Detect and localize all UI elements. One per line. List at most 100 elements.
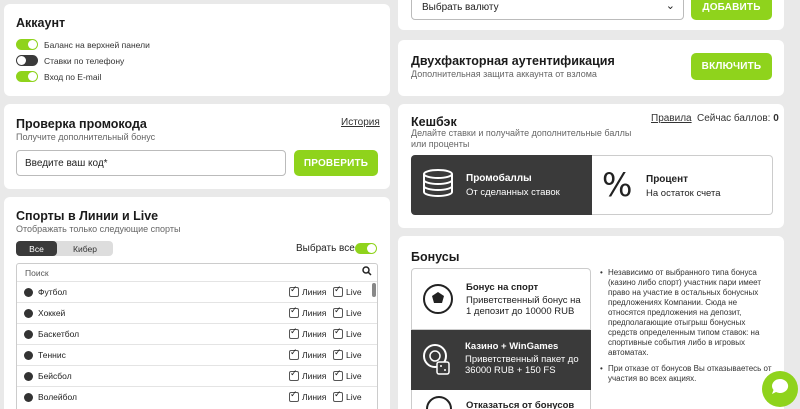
checkbox-check-icon [333,369,343,381]
checkbox-check-icon [333,390,343,402]
toggle-select-all[interactable] [355,243,377,254]
cashback-points-value: 0 [773,113,779,124]
sport-row: ХоккейЛинияLive [17,302,377,323]
cashback-option-desc: На остаток счета [646,188,721,199]
checkbox-check-icon [333,306,343,318]
sport-icon [24,371,33,381]
bonuses-card: Бонусы Бонус на спорт Приветственный бон… [398,236,784,409]
cashback-points: Сейчас баллов: 0 [697,113,779,124]
sports-list: Поиск ФутболЛинияLiveХоккейЛинияLiveБаск… [16,263,378,409]
account-card: Аккаунт Баланс на верхней панели Ставки … [4,4,390,96]
sports-scrollbar[interactable] [372,283,376,297]
bonus-option-title: Отказаться от бонусов [466,400,575,409]
checkbox-check-icon [289,306,299,318]
cashback-option-promopoints[interactable]: Промобаллы От сделанных ставок [411,155,592,215]
cashback-option-title: Промобаллы [466,173,532,184]
tab-cyber[interactable]: Кибер [57,241,113,256]
toggle-email-login[interactable] [16,71,38,82]
checkbox-check-icon [333,327,343,339]
twofa-card: Двухфакторная аутентификация Дополнитель… [398,40,784,96]
coins-icon [422,168,454,202]
bonus-option-title: Бонус на спорт [466,282,539,293]
sport-icon [24,329,33,339]
decline-icon [426,396,452,409]
bonus-option-title: Казино + WinGames [465,341,559,352]
sport-row: БейсболЛинияLive [17,365,377,386]
checkbox-check-icon [289,390,299,402]
checkbox-check-icon [333,348,343,360]
bonuses-notes: • Независимо от выбранного типа бонуса (к… [600,268,772,384]
live-checkbox[interactable]: Live [333,348,362,360]
soccer-ball-icon [422,283,454,318]
cashback-option-title: Процент [646,174,689,185]
sport-row: ТеннисЛинияLive [17,344,377,365]
cashback-option-percent[interactable]: % Процент На остаток счета [592,155,773,215]
live-label: Live [346,287,362,297]
sports-title: Спорты в Линии и Live [16,209,159,223]
sport-icon [24,392,33,402]
chat-button[interactable] [762,371,798,407]
live-checkbox[interactable]: Live [333,369,362,381]
search-icon [362,266,372,278]
line-label: Линия [302,329,327,339]
chevron-down-icon: ⌄ [665,0,675,12]
bonus-option-casino[interactable]: Казино + WinGames Приветственный пакет д… [411,330,591,390]
line-checkbox[interactable]: Линия [289,306,327,318]
bonus-option-sport[interactable]: Бонус на спорт Приветственный бонус на 1… [411,268,591,330]
sports-subtitle: Отображать только следующие спорты [16,224,181,234]
line-checkbox[interactable]: Линия [289,348,327,360]
live-checkbox[interactable]: Live [333,285,362,297]
live-checkbox[interactable]: Live [333,306,362,318]
add-currency-button[interactable]: ДОБАВИТЬ [691,0,772,20]
sport-icon [24,308,33,318]
checkbox-check-icon [289,285,299,297]
account-title: Аккаунт [16,16,66,30]
live-label: Live [346,329,362,339]
bonus-option-decline[interactable]: Отказаться от бонусов [411,390,591,409]
cashback-card: Кешбэк Делайте ставки и получайте дополн… [398,104,784,228]
line-checkbox[interactable]: Линия [289,285,326,297]
live-checkbox[interactable]: Live [333,327,362,339]
tab-all[interactable]: Все [16,241,57,256]
line-label: Линия [302,350,327,360]
percent-icon: % [602,166,633,204]
cashback-rules-link[interactable]: Правила [651,113,692,124]
casino-chip-icon [421,342,453,381]
select-all-label: Выбрать все [296,243,355,254]
cashback-option-desc: От сделанных ставок [466,187,560,198]
cashback-points-label: Сейчас баллов: [697,113,771,124]
toggle-balance-top-panel[interactable] [16,39,38,50]
enable-twofa-button[interactable]: ВКЛЮЧИТЬ [691,53,772,80]
live-label: Live [346,308,362,318]
promo-history-link[interactable]: История [341,117,380,128]
line-checkbox[interactable]: Линия [289,327,327,339]
currency-card: Выбрать валюту ⌄ ДОБАВИТЬ [398,0,784,30]
live-checkbox[interactable]: Live [333,390,362,402]
check-promo-button[interactable]: ПРОВЕРИТЬ [294,150,378,176]
line-label: Линия [302,308,327,318]
sport-row: БаскетболЛинияLive [17,323,377,344]
bonus-option-desc: Приветственный пакет до 36000 RUB + 150 … [465,354,579,376]
sport-row: ВолейболЛинияLive [17,386,377,407]
cashback-subtitle: Делайте ставки и получайте дополнительны… [411,128,632,149]
cashback-title: Кешбэк [411,115,457,129]
sport-icon [24,350,33,360]
promo-code-input[interactable]: Введите ваш код* [16,150,286,176]
currency-select[interactable]: Выбрать валюту ⌄ [411,0,684,20]
toggle-phone-bets[interactable] [16,55,38,66]
checkbox-check-icon [289,369,299,381]
promo-title: Проверка промокода [16,117,147,131]
line-checkbox[interactable]: Линия [289,390,327,402]
checkbox-check-icon [333,285,343,297]
sport-row: ФутболЛинияLive [17,281,377,302]
bonus-option-desc: Приветственный бонус на 1 депозит до 100… [466,295,581,317]
line-checkbox[interactable]: Линия [289,369,326,381]
live-label: Live [346,392,362,402]
sports-search-input[interactable]: Поиск [17,264,377,281]
promo-code-placeholder: Введите ваш код* [25,157,108,169]
bonuses-title: Бонусы [411,250,460,264]
toggle-label: Баланс на верхней панели [44,40,150,50]
checkbox-check-icon [289,327,299,339]
bonus-note: • Независимо от выбранного типа бонуса (к… [600,268,761,357]
line-label: Линия [302,392,327,402]
